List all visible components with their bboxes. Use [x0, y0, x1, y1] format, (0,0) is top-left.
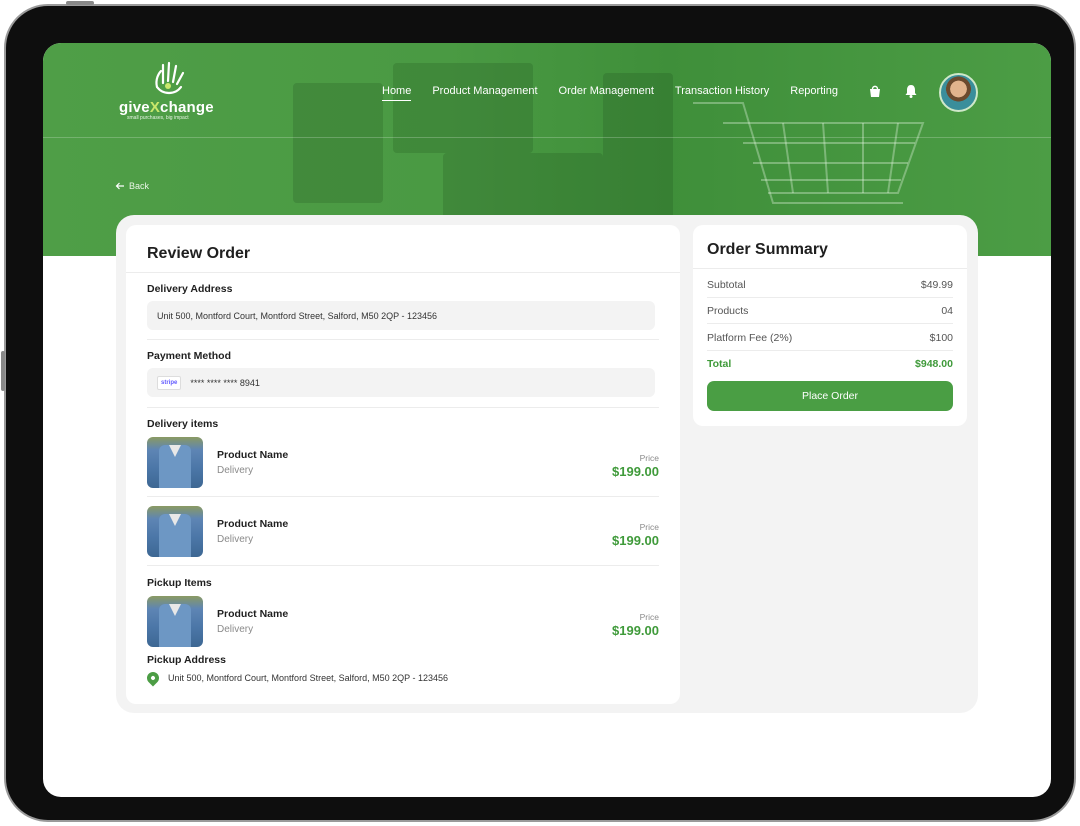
summary-value: 04	[941, 304, 953, 317]
stripe-logo-icon: stripe	[157, 375, 182, 390]
review-order-title: Review Order	[147, 245, 251, 262]
nav-home[interactable]: Home	[382, 85, 412, 101]
place-order-button[interactable]: Place Order	[707, 381, 953, 411]
summary-row-subtotal: Subtotal $49.99	[707, 272, 953, 298]
pickup-items-label: Pickup Items	[147, 577, 212, 589]
device-button	[1, 351, 5, 391]
divider	[126, 272, 680, 273]
logo[interactable]: giveXchange small purchases, big impact	[117, 61, 237, 121]
logo-tagline: small purchases, big impact	[127, 115, 189, 121]
order-summary-card: Order Summary Subtotal $49.99 Products 0…	[693, 225, 967, 426]
header-divider	[43, 137, 1051, 138]
avatar[interactable]	[939, 73, 978, 112]
arrow-left-icon	[115, 182, 124, 190]
divider	[147, 407, 659, 408]
price-label: Price	[639, 453, 659, 463]
review-order-card: Review Order Delivery Address Unit 500, …	[126, 225, 680, 704]
divider	[147, 339, 659, 340]
logo-wordmark: giveXchange	[119, 99, 214, 116]
delivery-address-label: Delivery Address	[147, 283, 233, 295]
product-fulfilment: Delivery	[217, 624, 254, 635]
product-fulfilment: Delivery	[217, 465, 254, 476]
payment-method-field[interactable]: stripe **** **** **** 8941	[147, 368, 655, 397]
location-pin-icon	[144, 669, 162, 687]
product-name: Product Name	[217, 518, 289, 530]
summary-row-products: Products 04	[707, 298, 953, 324]
pickup-address-label: Pickup Address	[147, 654, 226, 666]
nav-reporting[interactable]: Reporting	[790, 85, 838, 101]
summary-label: Platform Fee (2%)	[707, 331, 793, 344]
hand-logo-icon	[155, 61, 185, 95]
delivery-address-value: Unit 500, Montford Court, Montford Stree…	[157, 310, 437, 321]
summary-label: Total	[707, 358, 732, 370]
nav-order-management[interactable]: Order Management	[559, 85, 654, 101]
screen: giveXchange small purchases, big impact …	[43, 43, 1051, 797]
price-label: Price	[639, 612, 659, 622]
product-fulfilment: Delivery	[217, 534, 254, 545]
order-summary-title: Order Summary	[707, 241, 828, 258]
list-item[interactable]: Product Name Delivery Price $199.00	[147, 596, 659, 648]
product-name: Product Name	[217, 608, 289, 620]
price-label: Price	[639, 522, 659, 532]
delivery-items-label: Delivery items	[147, 418, 219, 430]
divider	[147, 496, 659, 497]
summary-label: Products	[707, 304, 749, 317]
divider	[147, 565, 659, 566]
pickup-address-value: Unit 500, Montford Court, Montford Stree…	[168, 673, 448, 683]
summary-row-total: Total $948.00	[707, 351, 953, 377]
summary-value: $100	[929, 331, 953, 344]
summary-value: $948.00	[915, 358, 953, 370]
main-nav: Home Product Management Order Management…	[382, 85, 859, 101]
delivery-address-field[interactable]: Unit 500, Montford Court, Montford Stree…	[147, 301, 655, 330]
bell-icon[interactable]	[903, 83, 919, 99]
product-name: Product Name	[217, 449, 289, 461]
product-image	[147, 596, 203, 647]
summary-row-platform-fee: Platform Fee (2%) $100	[707, 325, 953, 351]
pickup-address: Unit 500, Montford Court, Montford Stree…	[144, 669, 448, 687]
product-price: $199.00	[612, 623, 659, 638]
device-button	[66, 1, 94, 5]
summary-value: $49.99	[920, 278, 953, 291]
tablet-frame: giveXchange small purchases, big impact …	[1, 1, 1076, 822]
divider	[693, 268, 967, 269]
summary-label: Subtotal	[707, 278, 746, 291]
payment-method-label: Payment Method	[147, 350, 232, 362]
hero-backdrop	[393, 63, 533, 153]
nav-product-management[interactable]: Product Management	[432, 85, 537, 101]
product-image	[147, 437, 203, 488]
product-image	[147, 506, 203, 557]
product-price: $199.00	[612, 533, 659, 548]
back-label: Back	[129, 181, 150, 191]
back-button[interactable]: Back	[115, 181, 149, 191]
content-panel: Review Order Delivery Address Unit 500, …	[116, 215, 978, 713]
nav-transaction-history[interactable]: Transaction History	[675, 85, 769, 101]
bag-icon[interactable]	[867, 83, 883, 99]
product-price: $199.00	[612, 464, 659, 479]
payment-card-number: **** **** **** 8941	[190, 377, 260, 388]
list-item[interactable]: Product Name Delivery Price $199.00	[147, 506, 659, 558]
list-item[interactable]: Product Name Delivery Price $199.00	[147, 437, 659, 489]
hero-backdrop	[293, 83, 383, 203]
